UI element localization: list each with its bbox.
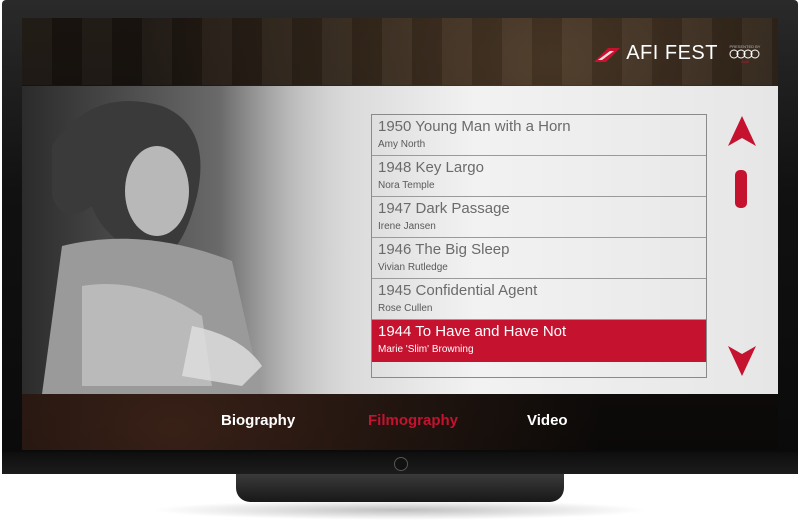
brand-header: AFI FEST PRESENTED BY Audi bbox=[594, 42, 762, 65]
tab-filmography[interactable]: Filmography bbox=[368, 412, 458, 429]
tab-video[interactable]: Video bbox=[527, 412, 568, 429]
list-item[interactable]: 1948 Key Largo Nora Temple bbox=[372, 156, 706, 197]
content-panel: 1950 Young Man with a Horn Amy North 194… bbox=[22, 86, 778, 394]
triangle-down-icon[interactable] bbox=[726, 342, 758, 378]
film-title: 1946 The Big Sleep bbox=[378, 241, 510, 258]
film-role: Irene Jansen bbox=[378, 221, 436, 232]
list-item[interactable]: 1950 Young Man with a Horn Amy North bbox=[372, 115, 706, 156]
film-role: Amy North bbox=[378, 139, 426, 150]
film-title: 1945 Confidential Agent bbox=[378, 282, 538, 299]
audi-rings-icon bbox=[729, 49, 760, 58]
film-role: Rose Cullen bbox=[378, 303, 433, 314]
film-title: 1944 To Have and Have Not bbox=[378, 323, 567, 340]
afi-fest-logo-icon bbox=[594, 47, 621, 62]
tab-biography[interactable]: Biography bbox=[221, 412, 295, 429]
film-title: 1950 Young Man with a Horn bbox=[378, 118, 571, 135]
filmography-list: 1950 Young Man with a Horn Amy North 194… bbox=[371, 114, 707, 378]
actress-portrait bbox=[22, 86, 352, 394]
tv-screen: AFI FEST PRESENTED BY Audi 1950 Young Ma… bbox=[22, 18, 778, 450]
sponsor-block: PRESENTED BY Audi bbox=[728, 44, 762, 64]
triangle-up-icon[interactable] bbox=[726, 114, 758, 150]
stand-shadow bbox=[150, 500, 650, 520]
list-item[interactable]: 1947 Dark Passage Irene Jansen bbox=[372, 197, 706, 238]
bottom-nav: Biography Filmography Video bbox=[22, 394, 778, 450]
list-item-selected[interactable]: 1944 To Have and Have Not Marie 'Slim' B… bbox=[372, 320, 706, 362]
film-role: Vivian Rutledge bbox=[378, 262, 448, 273]
tv-stand bbox=[236, 474, 564, 502]
power-button-icon[interactable] bbox=[394, 457, 408, 471]
film-title: 1947 Dark Passage bbox=[378, 200, 510, 217]
brand-name: AFI FEST bbox=[626, 42, 718, 64]
film-role: Marie 'Slim' Browning bbox=[378, 344, 474, 355]
scrollbar-thumb[interactable] bbox=[735, 170, 747, 208]
sponsor-name: Audi bbox=[740, 58, 749, 64]
list-item[interactable]: 1946 The Big Sleep Vivian Rutledge bbox=[372, 238, 706, 279]
film-role: Nora Temple bbox=[378, 180, 435, 191]
film-title: 1948 Key Largo bbox=[378, 159, 484, 176]
list-item[interactable]: 1945 Confidential Agent Rose Cullen bbox=[372, 279, 706, 320]
